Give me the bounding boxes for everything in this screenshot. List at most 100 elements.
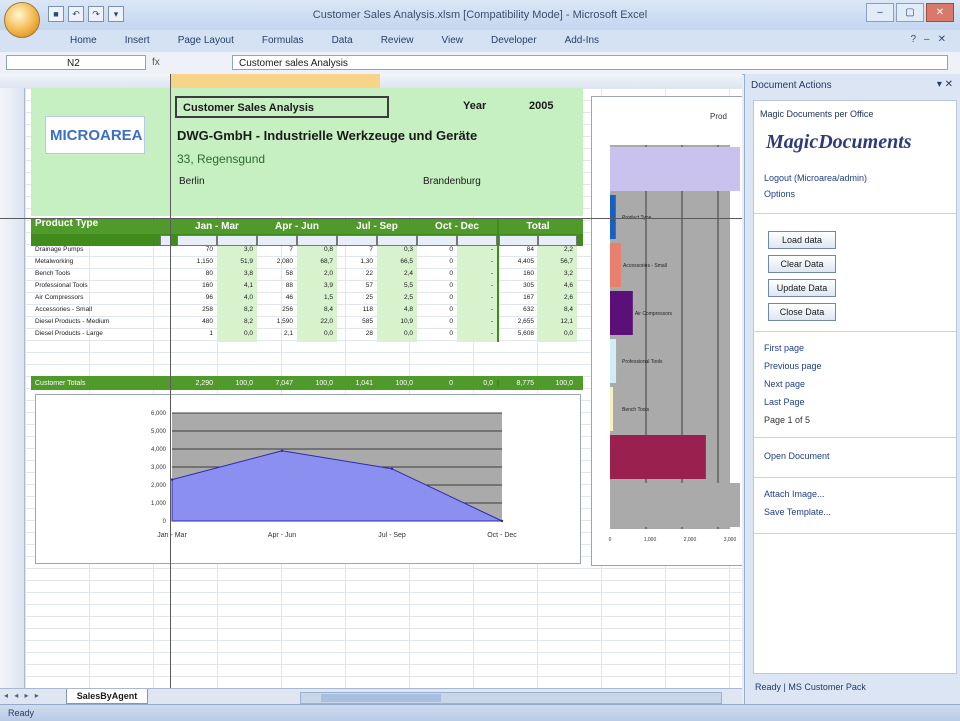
tab-review[interactable]: Review (367, 34, 428, 48)
table-cell[interactable]: 118 (337, 306, 377, 318)
table-cell[interactable]: 480 (177, 318, 217, 330)
save-template-link[interactable]: Save Template... (764, 507, 831, 517)
table-cell[interactable]: 56,7 (538, 258, 577, 270)
table-cell[interactable]: 1,30 (337, 258, 377, 270)
close-data-button[interactable]: Close Data (768, 303, 836, 321)
tab-page-layout[interactable]: Page Layout (164, 34, 248, 48)
restore-button[interactable]: ▢ (896, 3, 924, 22)
next-page-link[interactable]: Next page (764, 379, 805, 389)
table-cell[interactable]: 0,3 (377, 246, 417, 258)
table-cell[interactable]: 5,5 (377, 282, 417, 294)
product-name[interactable]: Metalworking (31, 258, 177, 270)
filter-dropdown-icon[interactable] (417, 235, 457, 246)
table-cell[interactable]: - (457, 330, 497, 342)
close-button[interactable]: ✕ (926, 3, 954, 22)
help-icon[interactable]: ? (910, 34, 916, 45)
table-cell[interactable]: 4,0 (217, 294, 257, 306)
column-headers[interactable] (0, 74, 742, 89)
table-cell[interactable]: 8,775 (499, 380, 538, 387)
table-cell[interactable]: 585 (337, 318, 377, 330)
row-headers[interactable] (0, 88, 25, 688)
table-cell[interactable]: 88 (257, 282, 297, 294)
table-cell[interactable]: 22 (337, 270, 377, 282)
table-cell[interactable]: 28 (337, 330, 377, 342)
table-cell[interactable]: 167 (499, 294, 538, 306)
table-cell[interactable]: - (457, 270, 497, 282)
attach-image-link[interactable]: Attach Image... (764, 489, 825, 499)
table-cell[interactable]: 100,0 (297, 380, 337, 387)
minimize-button[interactable]: – (866, 3, 894, 22)
table-cell[interactable]: 256 (257, 306, 297, 318)
table-cell[interactable]: 7 (257, 246, 297, 258)
table-cell[interactable]: 258 (177, 306, 217, 318)
table-cell[interactable]: 8,2 (217, 318, 257, 330)
table-cell[interactable]: - (457, 294, 497, 306)
table-cell[interactable]: 100,0 (377, 380, 417, 387)
table-cell[interactable]: 96 (177, 294, 217, 306)
table-cell[interactable]: 0 (417, 294, 457, 306)
table-cell[interactable]: 0,0 (377, 330, 417, 342)
table-cell[interactable]: 0 (417, 270, 457, 282)
table-cell[interactable]: 1 (177, 330, 217, 342)
pane-close-icon[interactable]: ▾ ✕ (937, 79, 953, 90)
table-cell[interactable]: 1,590 (257, 318, 297, 330)
scrollbar-thumb[interactable] (321, 694, 441, 702)
product-name[interactable]: Accessories - Small (31, 306, 177, 318)
table-cell[interactable]: 2,290 (177, 380, 217, 387)
table-cell[interactable]: 2,5 (377, 294, 417, 306)
product-name[interactable]: Air Compressors (31, 294, 177, 306)
table-cell[interactable]: 51,9 (217, 258, 257, 270)
table-cell[interactable]: 2,080 (257, 258, 297, 270)
formula-input[interactable]: Customer sales Analysis (232, 55, 948, 70)
table-cell[interactable]: 1,5 (297, 294, 337, 306)
table-cell[interactable]: - (457, 258, 497, 270)
table-cell[interactable]: 58 (257, 270, 297, 282)
table-cell[interactable]: 305 (499, 282, 538, 294)
table-cell[interactable]: 66,5 (377, 258, 417, 270)
logout-link[interactable]: Logout (Microarea/admin) (764, 173, 867, 183)
table-cell[interactable]: 100,0 (217, 380, 257, 387)
table-cell[interactable]: 8,4 (538, 306, 577, 318)
table-cell[interactable]: 0,0 (217, 330, 257, 342)
load-data-button[interactable]: Load data (768, 231, 836, 249)
table-cell[interactable]: 70 (177, 246, 217, 258)
table-cell[interactable]: 5,608 (499, 330, 538, 342)
table-cell[interactable]: 0,0 (457, 380, 497, 387)
table-cell[interactable]: 7,047 (257, 380, 297, 387)
table-cell[interactable]: 0 (417, 258, 457, 270)
table-cell[interactable]: 3,2 (538, 270, 577, 282)
table-cell[interactable]: 80 (177, 270, 217, 282)
year-value[interactable]: 2005 (529, 100, 553, 112)
table-cell[interactable]: - (457, 246, 497, 258)
table-cell[interactable]: 2,4 (377, 270, 417, 282)
table-cell[interactable]: 4,1 (217, 282, 257, 294)
workbook-minimize-icon[interactable]: – (924, 34, 930, 45)
first-page-link[interactable]: First page (764, 343, 804, 353)
table-cell[interactable]: 160 (499, 270, 538, 282)
clear-data-button[interactable]: Clear Data (768, 255, 836, 273)
table-cell[interactable]: 1,150 (177, 258, 217, 270)
table-cell[interactable]: 0 (417, 306, 457, 318)
table-cell[interactable]: 68,7 (297, 258, 337, 270)
table-cell[interactable]: 4,405 (499, 258, 538, 270)
totals-label[interactable]: Customer Totals (31, 380, 177, 387)
filter-dropdown-icon[interactable] (499, 235, 538, 246)
sheet-nav-arrows[interactable]: ◂ ◂ ▸ ▸ (4, 691, 41, 700)
filter-dropdown-icon[interactable] (538, 235, 577, 246)
tab-home[interactable]: Home (56, 34, 111, 48)
table-cell[interactable]: 0 (417, 330, 457, 342)
filter-dropdown-icon[interactable] (177, 235, 217, 246)
region[interactable]: 33, Regensgund (177, 152, 265, 166)
table-cell[interactable]: 22,0 (297, 318, 337, 330)
open-document-link[interactable]: Open Document (764, 451, 830, 461)
table-cell[interactable]: 84 (499, 246, 538, 258)
product-name[interactable]: Bench Tools (31, 270, 177, 282)
filter-dropdown-icon[interactable] (297, 235, 337, 246)
filter-dropdown-icon[interactable] (377, 235, 417, 246)
fx-icon[interactable]: fx (152, 55, 228, 70)
table-cell[interactable]: 10,9 (377, 318, 417, 330)
last-page-link[interactable]: Last Page (764, 397, 805, 407)
report-title-cell[interactable]: Customer Sales Analysis (175, 96, 389, 118)
table-cell[interactable]: 0,0 (538, 330, 577, 342)
filter-dropdown-icon[interactable] (457, 235, 497, 246)
